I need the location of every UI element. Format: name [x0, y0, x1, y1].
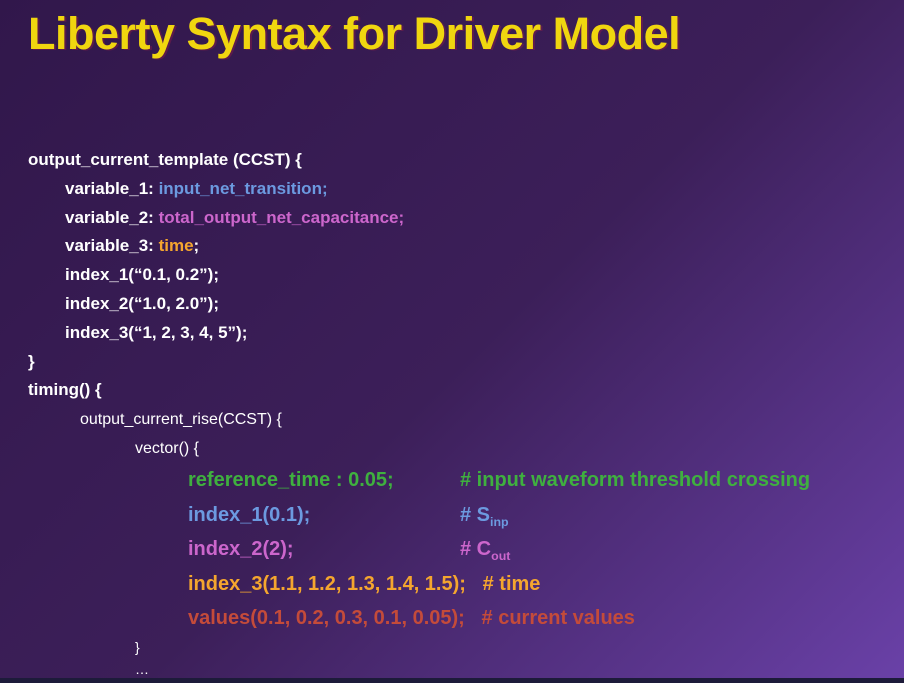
code-line: variable_2: total_output_net_capacitance…	[28, 204, 904, 233]
code-segment: timing() {	[28, 380, 102, 399]
code-line: }	[28, 636, 904, 658]
code-segment: index_3(1.1, 1.2, 1.3, 1.4, 1.5);	[188, 573, 483, 595]
code-segment: # C	[460, 538, 491, 560]
code-segment: # S	[460, 504, 490, 526]
code-line: output_current_rise(CCST) {	[28, 405, 904, 434]
code-line: values(0.1, 0.2, 0.3, 0.1, 0.05); # curr…	[28, 601, 904, 636]
code-line: index_3(1.1, 1.2, 1.3, 1.4, 1.5); # time	[28, 567, 904, 602]
bottom-edge-bar	[0, 678, 904, 683]
code-segment: vector() {	[135, 440, 199, 457]
code-line: variable_1: input_net_transition;	[28, 175, 904, 204]
code-line: index_2(“1.0, 2.0”);	[28, 290, 904, 319]
code-line: vector() {	[28, 434, 904, 463]
code-segment: inp	[490, 515, 509, 529]
code-line: }	[28, 348, 904, 377]
code-segment: index_3(“1, 2, 3, 4, 5”);	[65, 323, 247, 342]
code-segment: index_2(“1.0, 2.0”);	[65, 294, 219, 313]
code-line: output_current_template (CCST) {	[28, 146, 904, 175]
code-block: output_current_template (CCST) { variable…	[28, 146, 904, 680]
code-line: variable_3: time;	[28, 232, 904, 261]
code-segment: values(0.1, 0.2, 0.3, 0.1, 0.05);	[188, 607, 482, 629]
code-segment: # input waveform threshold crossing	[460, 469, 810, 491]
code-segment: ;	[194, 236, 200, 255]
code-segment: index_1(“0.1, 0.2”);	[65, 265, 219, 284]
code-segment: # current values	[482, 607, 635, 629]
code-line: …	[28, 658, 904, 680]
code-line: index_1(0.1);# Sinp	[28, 498, 904, 533]
code-segment: variable_3:	[65, 236, 159, 255]
code-line: index_1(“0.1, 0.2”);	[28, 261, 904, 290]
page-title: Liberty Syntax for Driver Model	[28, 8, 680, 60]
code-segment: variable_2:	[65, 208, 159, 227]
code-segment: variable_1:	[65, 179, 159, 198]
code-segment: index_2(2);	[188, 532, 460, 567]
code-line: index_3(“1, 2, 3, 4, 5”);	[28, 319, 904, 348]
code-line: timing() {	[28, 376, 904, 405]
code-segment: reference_time : 0.05;	[188, 463, 460, 498]
code-segment: output_current_template (CCST) {	[28, 150, 302, 169]
code-line: index_2(2);# Cout	[28, 532, 904, 567]
code-segment: out	[491, 549, 510, 563]
slide-background: Liberty Syntax for Driver Model output_c…	[0, 0, 904, 683]
code-segment: time	[159, 236, 194, 255]
code-segment: index_1(0.1);	[188, 498, 460, 533]
code-segment: output_current_rise(CCST) {	[80, 411, 282, 428]
code-line: reference_time : 0.05;# input waveform t…	[28, 463, 904, 498]
code-segment: total_output_net_capacitance;	[159, 208, 405, 227]
code-segment: input_net_transition;	[159, 179, 328, 198]
code-segment: …	[135, 661, 149, 677]
code-segment: }	[28, 352, 35, 371]
code-segment: # time	[483, 573, 541, 595]
code-segment: }	[135, 639, 140, 655]
